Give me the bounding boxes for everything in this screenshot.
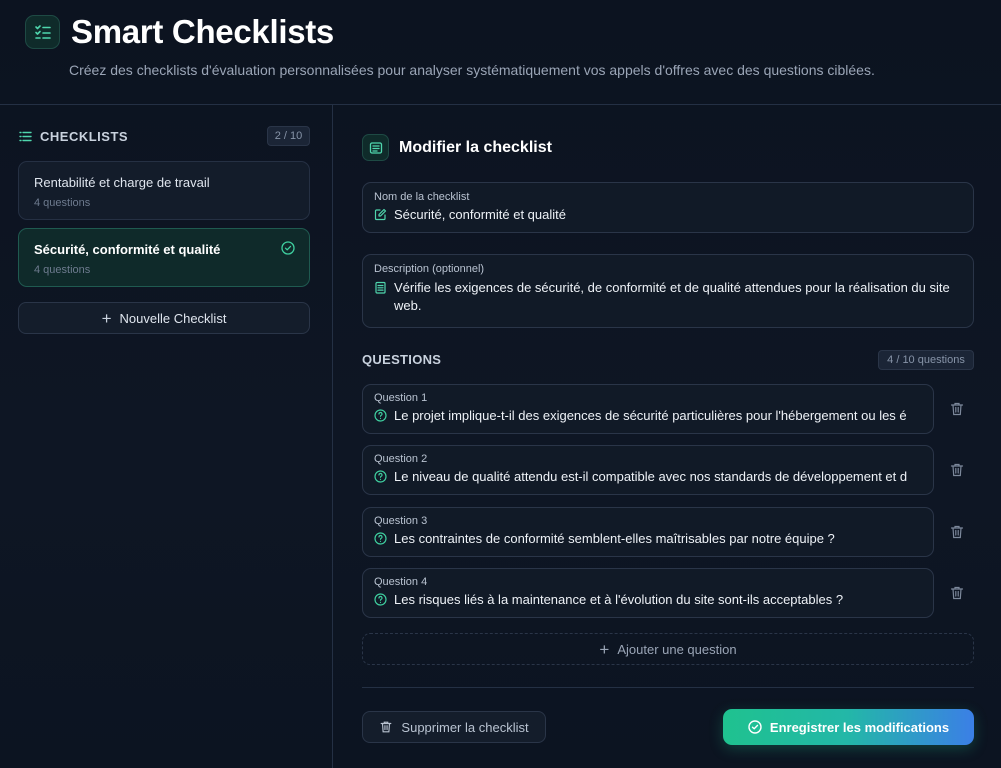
question-label: Question 4 [374,576,428,588]
app-subtitle: Créez des checklists d'évaluation person… [69,62,875,78]
sidebar-header: CHECKLISTS [19,129,128,144]
help-circle-icon [374,593,387,606]
sidebar-title: CHECKLISTS [40,129,129,144]
save-changes-button[interactable]: Enregistrer les modifications [723,709,974,745]
checklist-item-count: 4 questions [34,197,91,209]
question-label: Question 3 [374,515,428,527]
help-circle-icon [374,470,387,483]
checklist-item-active[interactable]: Sécurité, conformité et qualité 4 questi… [18,228,310,287]
add-question-label: Ajouter une question [617,641,737,657]
list-icon [19,131,32,142]
description-field-label: Description (optionnel) [374,263,485,275]
notes-icon [375,281,386,294]
question-field[interactable]: Question 4 Les risques liés à la mainten… [362,568,934,618]
check-circle-icon [748,720,762,734]
check-circle-icon [281,241,295,255]
editor-title: Modifier la checklist [399,139,552,156]
name-field-value: Sécurité, conformité et qualité [394,207,566,222]
checklist-count-badge: 2 / 10 [267,126,310,146]
new-checklist-button[interactable]: + Nouvelle Checklist [18,302,310,334]
question-field[interactable]: Question 3 Les contraintes de conformité… [362,507,934,557]
plus-icon: + [599,639,610,659]
question-text: Les risques liés à la maintenance et à l… [394,592,844,607]
trash-icon[interactable] [949,524,965,540]
question-label: Question 2 [374,453,428,465]
new-checklist-label: Nouvelle Checklist [119,310,227,326]
question-text: Le niveau de qualité attendu est-il comp… [394,469,908,484]
document-icon [362,134,389,161]
save-changes-label: Enregistrer les modifications [769,719,950,735]
question-field[interactable]: Question 2 Le niveau de qualité attendu … [362,445,934,495]
add-question-button[interactable]: + Ajouter une question [362,633,974,665]
trash-icon[interactable] [949,462,965,478]
question-text: Le projet implique-t-il des exigences de… [394,408,907,423]
checklist-description-field[interactable]: Description (optionnel) Vérifie les exig… [362,254,974,328]
help-circle-icon [374,409,387,422]
questions-count-badge: 4 / 10 questions [878,350,974,370]
checklist-item-count: 4 questions [34,264,91,276]
plus-icon: + [101,308,112,328]
app-title: Smart Checklists [71,13,334,50]
checklist-logo-icon [25,15,60,49]
trash-icon[interactable] [949,401,965,417]
question-field[interactable]: Question 1 Le projet implique-t-il des e… [362,384,934,434]
checklist-item-name: Rentabilité et charge de travail [34,175,210,190]
description-field-value: Vérifie les exigences de sécurité, de co… [394,280,950,313]
name-field-label: Nom de la checklist [374,191,470,203]
trash-icon[interactable] [949,585,965,601]
delete-checklist-label: Supprimer la checklist [401,719,529,735]
divider [362,687,974,688]
app-header: Smart Checklists Créez des checklists d'… [0,0,1001,105]
checklist-item-name: Sécurité, conformité et qualité [34,242,221,257]
delete-checklist-button[interactable]: Supprimer la checklist [362,711,546,743]
help-circle-icon [374,532,387,545]
question-text: Les contraintes de conformité semblent-e… [394,531,835,546]
trash-icon [381,721,392,733]
edit-icon [374,208,387,221]
checklists-sidebar: CHECKLISTS 2 / 10 Rentabilité et charge … [0,105,333,768]
question-label: Question 1 [374,392,428,404]
checklist-editor: Modifier la checklist Nom de la checklis… [334,105,1001,768]
questions-heading: QUESTIONS [362,352,442,367]
checklist-item[interactable]: Rentabilité et charge de travail 4 quest… [18,161,310,220]
checklist-name-field[interactable]: Nom de la checklist Sécurité, conformité… [362,182,974,233]
